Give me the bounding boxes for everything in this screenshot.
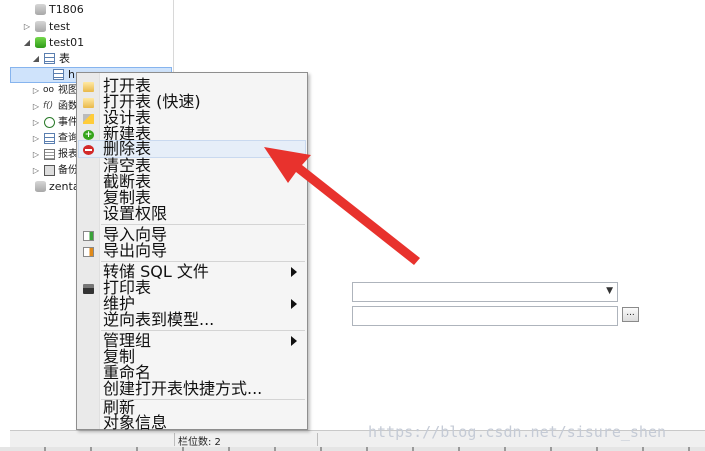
annotation-arrow-shape [264, 147, 420, 265]
annotation-arrow [264, 147, 420, 265]
watermark-text: https://blog.csdn.net/sisure_shen [368, 423, 667, 441]
